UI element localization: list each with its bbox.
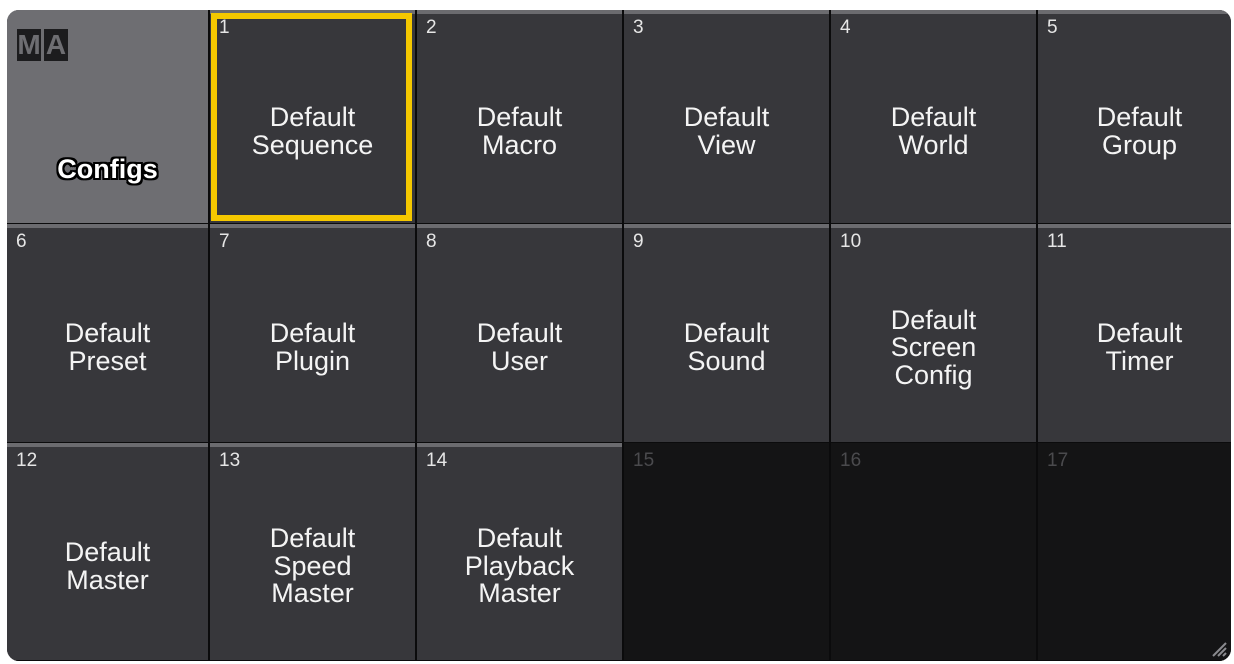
config-cell-13[interactable]: 13 Default Speed Master xyxy=(210,443,415,661)
cell-label: Default Macro xyxy=(476,101,563,160)
ma-logo: M A xyxy=(17,29,68,61)
cell-number: 16 xyxy=(840,450,862,471)
config-cell-5[interactable]: 5 Default Group xyxy=(1038,10,1231,224)
cell-number: 3 xyxy=(633,17,644,38)
empty-cell-15[interactable]: 15 xyxy=(624,443,829,661)
config-cell-6[interactable]: 6 Default Preset xyxy=(7,224,208,443)
config-cell-2[interactable]: 2 Default Macro xyxy=(417,10,622,224)
config-cell-14[interactable]: 14 Default Playback Master xyxy=(417,443,622,661)
config-cell-7[interactable]: 7 Default Plugin xyxy=(210,224,415,443)
config-cell-3[interactable]: 3 Default View xyxy=(624,10,829,224)
cell-number: 12 xyxy=(16,450,38,471)
config-cell-11[interactable]: 11 Default Timer xyxy=(1038,224,1231,443)
cell-number: 13 xyxy=(219,450,241,471)
cell-number: 10 xyxy=(840,231,862,252)
cell-number: 15 xyxy=(633,450,655,471)
empty-cell-17[interactable]: 17 xyxy=(1038,443,1231,661)
config-cell-9[interactable]: 9 Default Sound xyxy=(624,224,829,443)
cell-number: 17 xyxy=(1047,450,1069,471)
empty-cell-16[interactable]: 16 xyxy=(831,443,1036,661)
cell-label: Default Speed Master xyxy=(269,523,356,609)
cell-label: Default Timer xyxy=(1096,318,1183,376)
cell-number: 11 xyxy=(1047,231,1067,252)
logo-letter-m: M xyxy=(17,29,41,61)
cell-label: Default Preset xyxy=(64,318,151,376)
logo-letter-a: A xyxy=(44,29,68,61)
config-cell-1[interactable]: 1 Default Sequence xyxy=(210,10,415,224)
config-cell-4[interactable]: 4 Default World xyxy=(831,10,1036,224)
cell-number: 4 xyxy=(840,17,851,38)
cell-label: Default Screen Config xyxy=(890,304,977,390)
configs-grid: M A Configs 1 Default Sequence 2 Default… xyxy=(7,10,1231,661)
cell-label: Default Sound xyxy=(683,318,770,376)
cell-number: 9 xyxy=(633,231,644,252)
cell-label: Default Sequence xyxy=(251,101,374,160)
cell-label: Default Master xyxy=(64,536,151,595)
cell-label: Default World xyxy=(890,101,977,160)
cell-number: 14 xyxy=(426,450,448,471)
cell-number: 5 xyxy=(1047,17,1058,38)
cell-label: Default Group xyxy=(1096,101,1183,160)
config-cell-8[interactable]: 8 Default User xyxy=(417,224,622,443)
cell-label: Default Plugin xyxy=(269,318,356,376)
cell-label: Default User xyxy=(476,318,563,376)
cell-number: 6 xyxy=(16,231,27,252)
window-title: Configs xyxy=(57,154,158,184)
cell-label: Default View xyxy=(683,101,770,160)
cell-number: 1 xyxy=(219,17,230,38)
resize-grip-icon[interactable] xyxy=(1209,639,1227,657)
cell-label: Default Playback Master xyxy=(464,523,575,609)
config-cell-10[interactable]: 10 Default Screen Config xyxy=(831,224,1036,443)
configs-window: M A Configs 1 Default Sequence 2 Default… xyxy=(7,10,1231,661)
window-title-cell: M A Configs xyxy=(7,10,208,224)
cell-number: 2 xyxy=(426,17,437,38)
config-cell-12[interactable]: 12 Default Master xyxy=(7,443,208,661)
cell-number: 8 xyxy=(426,231,437,252)
cell-number: 7 xyxy=(219,231,230,252)
